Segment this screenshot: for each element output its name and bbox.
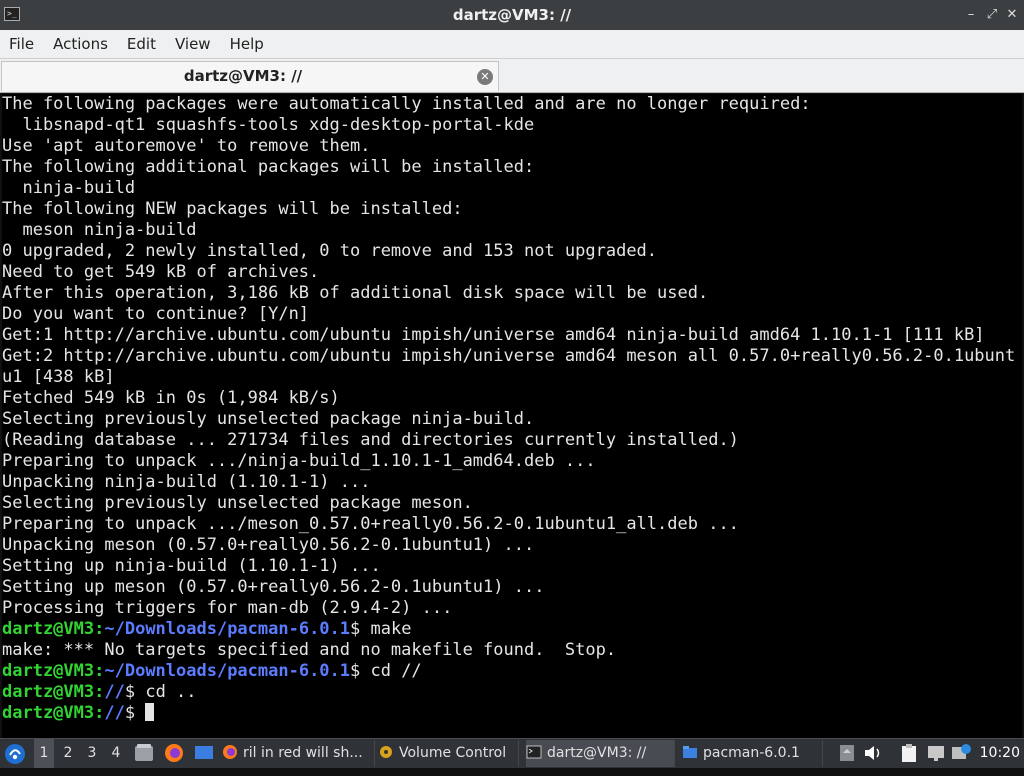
close-icon[interactable]: ✕ xyxy=(1003,6,1021,24)
tab-label: dartz@VM3: // xyxy=(183,67,303,85)
prompt-path: // xyxy=(104,703,125,723)
workspace-4[interactable]: 4 xyxy=(106,739,126,768)
task-volume-control[interactable]: Volume Control xyxy=(378,740,519,767)
eject-icon[interactable] xyxy=(836,743,858,763)
workspace-3[interactable]: 3 xyxy=(82,739,102,768)
window-title: dartz@VM3: // xyxy=(452,6,572,24)
terminal-line: u1 [438 kB] xyxy=(2,367,115,387)
task-label: dartz@VM3: // xyxy=(547,745,647,761)
maximize-icon[interactable]: ⤢ xyxy=(983,6,1001,24)
file-manager-icon[interactable] xyxy=(133,743,155,763)
terminal-output[interactable]: The following packages were automaticall… xyxy=(2,94,1022,738)
prompt-user: dartz@VM3 xyxy=(2,661,95,681)
menu-file[interactable]: File xyxy=(0,30,44,58)
terminal-line: (Reading database ... 271734 files and d… xyxy=(2,430,739,450)
terminal-line: ninja-build xyxy=(2,178,136,198)
terminal-line: Selecting previously unselected package … xyxy=(2,493,473,513)
terminal-line: After this operation, 3,186 kB of additi… xyxy=(2,283,709,303)
task-terminal[interactable]: dartz@VM3: // xyxy=(526,740,675,767)
terminal-prompt-line: dartz@VM3://$ cd .. xyxy=(2,682,1022,703)
terminal-line: Unpacking meson (0.57.0+really0.56.2-0.1… xyxy=(2,535,535,555)
prompt-separator: : xyxy=(94,703,105,723)
firefox-icon[interactable] xyxy=(163,743,185,763)
terminal-prompt-line: dartz@VM3:~/Downloads/pacman-6.0.1$ make xyxy=(2,619,1022,640)
terminal-line: The following NEW packages will be insta… xyxy=(2,199,463,219)
tab-close-icon[interactable]: ✕ xyxy=(477,69,493,85)
terminal-line: Setting up ninja-build (1.10.1-1) ... xyxy=(2,556,381,576)
task-file-manager[interactable]: pacman-6.0.1 xyxy=(682,740,823,767)
terminal-line: The following packages were automaticall… xyxy=(2,94,811,114)
task-label: pacman-6.0.1 xyxy=(703,745,800,761)
terminal-cursor xyxy=(145,703,155,721)
terminal-line: Selecting previously unselected package … xyxy=(2,409,535,429)
menu-view[interactable]: View xyxy=(166,30,221,58)
menu-help[interactable]: Help xyxy=(221,30,274,58)
terminal-icon xyxy=(526,745,542,759)
prompt-user: dartz@VM3 xyxy=(2,619,95,639)
terminal-line: Use 'apt autoremove' to remove them. xyxy=(2,136,371,156)
terminal-line: Processing triggers for man-db (2.9.4-2)… xyxy=(2,598,453,618)
clipboard-icon[interactable] xyxy=(898,743,920,763)
terminal-line: libsnapd-qt1 squashfs-tools xdg-desktop-… xyxy=(2,115,535,135)
prompt-user: dartz@VM3 xyxy=(2,703,95,723)
window-titlebar[interactable]: >_ dartz@VM3: // – ⤢ ✕ xyxy=(0,0,1024,30)
menu-actions[interactable]: Actions xyxy=(44,30,118,58)
task-firefox[interactable]: ril in red will sh... xyxy=(222,740,375,767)
menu-edit[interactable]: Edit xyxy=(118,30,166,58)
terminal-line: meson ninja-build xyxy=(2,220,197,240)
menu-bar: File Actions Edit View Help xyxy=(0,30,1024,59)
network-icon[interactable] xyxy=(925,743,947,763)
volume-control-icon xyxy=(380,746,392,758)
prompt-command: $ cd .. xyxy=(124,682,197,702)
terminal-line: 0 upgraded, 2 newly installed, 0 to remo… xyxy=(2,241,658,261)
minimize-icon[interactable]: – xyxy=(962,6,980,24)
terminal-line: Need to get 549 kB of archives. xyxy=(2,262,320,282)
tab-terminal[interactable]: dartz@VM3: // ✕ xyxy=(1,61,499,91)
terminal-prompt-line: dartz@VM3:~/Downloads/pacman-6.0.1$ cd /… xyxy=(2,661,1022,682)
prompt-separator: : xyxy=(94,619,105,639)
prompt-command: $ make xyxy=(350,619,412,639)
terminal-line: Setting up meson (0.57.0+really0.56.2-0.… xyxy=(2,577,545,597)
prompt-path: // xyxy=(104,682,125,702)
prompt-separator: : xyxy=(94,682,105,702)
terminal-line: Do you want to continue? [Y/n] xyxy=(2,304,310,324)
terminal-line: Unpacking ninja-build (1.10.1-1) ... xyxy=(2,472,371,492)
terminal-line: Get:1 http://archive.ubuntu.com/ubuntu i… xyxy=(2,325,985,345)
terminal-prompt-line: dartz@VM3://$ xyxy=(2,703,1022,724)
folder-icon xyxy=(683,746,697,758)
clock[interactable]: 10:20 xyxy=(980,739,1020,768)
terminal-line: Preparing to unpack .../meson_0.57.0+rea… xyxy=(2,514,739,534)
update-icon[interactable] xyxy=(950,743,972,763)
prompt-user: dartz@VM3 xyxy=(2,682,95,702)
desktop-icon[interactable] xyxy=(193,743,215,763)
prompt-command: $ cd // xyxy=(350,661,422,681)
tab-bar: dartz@VM3: // ✕ xyxy=(0,59,1024,93)
firefox-icon xyxy=(223,745,237,759)
start-menu-icon[interactable] xyxy=(4,743,26,765)
workspace-2[interactable]: 2 xyxy=(58,739,78,768)
task-label: Volume Control xyxy=(399,745,507,761)
terminal-line: Preparing to unpack .../ninja-build_1.10… xyxy=(2,451,596,471)
terminal-line: Get:2 http://archive.ubuntu.com/ubuntu i… xyxy=(2,346,1016,366)
prompt-command: $ xyxy=(124,703,146,723)
prompt-separator: : xyxy=(94,661,105,681)
taskbar: 1 2 3 4 ril in red will sh... Volume Con… xyxy=(0,738,1024,768)
terminal-line: make: *** No targets specified and no ma… xyxy=(2,640,617,660)
terminal-line: Fetched 549 kB in 0s (1,984 kB/s) xyxy=(2,388,340,408)
terminal-line: The following additional packages will b… xyxy=(2,157,535,177)
volume-icon[interactable] xyxy=(862,743,884,763)
prompt-path: ~/Downloads/pacman-6.0.1 xyxy=(104,619,351,639)
workspace-1[interactable]: 1 xyxy=(34,739,54,768)
prompt-path: ~/Downloads/pacman-6.0.1 xyxy=(104,661,351,681)
task-label: ril in red will sh... xyxy=(243,745,363,761)
